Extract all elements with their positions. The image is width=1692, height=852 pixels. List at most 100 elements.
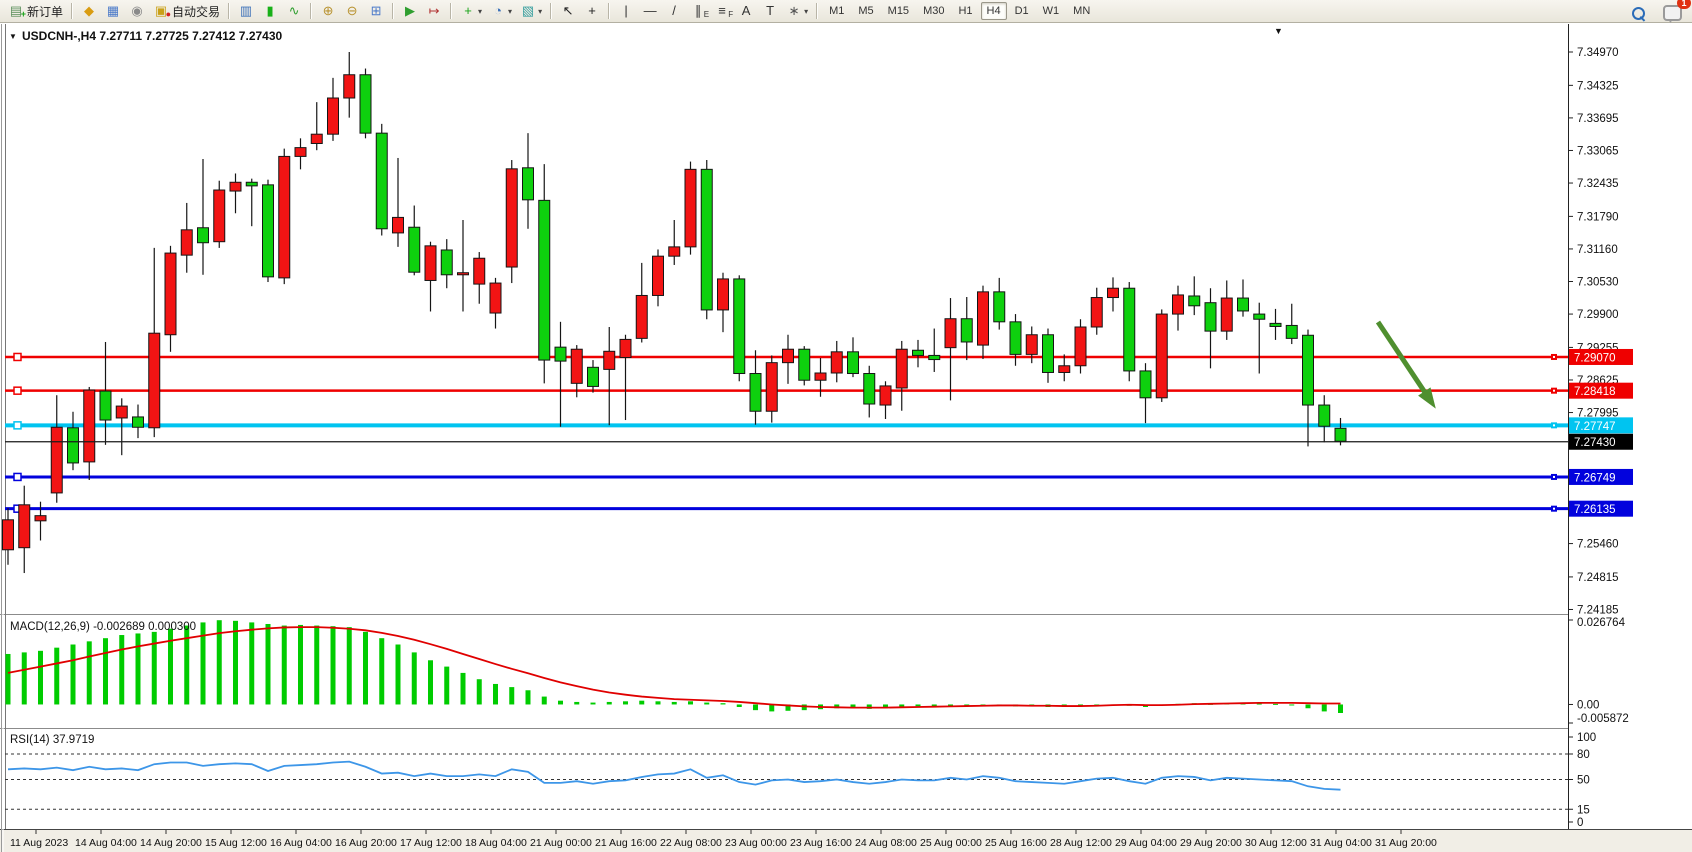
macd-histogram-bar [282,626,287,705]
timeframe-h1[interactable]: H1 [952,2,978,20]
candle-body [636,295,647,338]
channel-button[interactable]: ∥E [686,0,710,22]
price-tick-label: 7.33695 [1577,113,1619,125]
hline-left-handle[interactable] [14,422,21,429]
candle-body [929,355,940,359]
macd-histogram-bar [769,704,774,711]
tile-windows-icon: ⊞ [368,3,384,19]
horizontal-line-button[interactable]: — [638,0,662,22]
candle-body [311,134,322,143]
trendline-button[interactable]: / [662,0,686,22]
candle-body [84,390,95,462]
autotrading-button[interactable]: ▣●自动交易 [149,0,224,22]
fibonacci-button[interactable]: ≡F [710,0,734,22]
chart-shift-marker-icon[interactable]: ▼ [1274,26,1283,36]
macd-histogram-bar [266,624,271,704]
timeframe-w1[interactable]: W1 [1037,2,1066,20]
timeframe-d1[interactable]: D1 [1009,2,1035,20]
auto-scroll-icon: ▶ [402,3,418,19]
price-tick-label: 7.34325 [1577,80,1619,92]
new-order-icon: ▤+ [8,3,24,19]
candle-body [1091,298,1102,327]
candle-body [376,133,387,229]
candle-body [799,349,810,380]
templates-button[interactable]: ▧▾ [516,0,546,22]
cursor-button[interactable]: ↖ [556,0,580,22]
price-box-7.27747: 7.27747 [1569,417,1633,433]
hline-left-handle[interactable] [14,473,21,480]
timeframe-m5[interactable]: M5 [852,2,879,20]
new-order-icon-badge: + [21,6,26,22]
candle [734,275,745,381]
navigator-button[interactable]: ▦ [101,0,125,22]
toolbar-group: ↖+ [556,0,604,22]
macd-histogram-bar [119,635,124,704]
candle-body [701,169,712,310]
line-chart-icon: ∿ [286,3,302,19]
crosshair-button[interactable]: + [580,0,604,22]
notifications-button[interactable]: 1 [1659,2,1686,24]
time-tick-label: 17 Aug 12:00 [400,837,462,849]
price-axis[interactable]: 7.349707.343257.336957.330657.324357.317… [1568,24,1692,829]
candle-body [198,228,209,243]
cursor-icon: ↖ [560,3,576,19]
candle-body [51,427,62,493]
hline-left-handle[interactable] [14,353,21,360]
price-tick-label: 7.34970 [1577,47,1619,59]
text-button[interactable]: A [734,0,758,22]
price-box-label: 7.26135 [1574,504,1616,516]
zoom-out-button[interactable]: ⊖ [340,0,364,22]
periods-icon: ◔ [490,3,506,19]
hline-left-handle[interactable] [14,387,21,394]
timeframe-m15[interactable]: M15 [882,2,915,20]
crosshair-icon: + [584,3,600,19]
new-order-button[interactable]: ▤+新订单 [4,0,67,22]
toolbar-group: ◆▦◉▣●自动交易 [77,0,224,22]
time-tick-label: 11 Aug 2023 [10,837,68,849]
signals-button[interactable]: ◉ [125,0,149,22]
candlestick-chart-button[interactable]: ▮ [258,0,282,22]
candle-body [214,190,225,242]
indicators-button[interactable]: +▾ [456,0,486,22]
arrows-button[interactable]: ∗▾ [782,0,812,22]
trendline-icon: / [666,3,682,19]
timeframe-m30[interactable]: M30 [917,2,950,20]
time-tick-label: 16 Aug 20:00 [335,837,397,849]
timeframe-m1[interactable]: M1 [823,2,850,20]
candle [799,346,810,385]
candle-body [490,283,501,313]
candle-body [230,182,241,191]
candle-body [1238,298,1249,311]
macd-histogram-bar [607,702,612,705]
price-box-label: 7.26749 [1574,472,1616,484]
line-chart-button[interactable]: ∿ [282,0,306,22]
search-button[interactable] [1628,2,1649,24]
candle-body [458,273,469,275]
timeframe-mn[interactable]: MN [1067,2,1096,20]
candle-body [1319,405,1330,426]
chart-canvas[interactable]: 7.349707.343257.336957.330657.324357.317… [0,24,1692,852]
chart-window[interactable]: 7.349707.343257.336957.330657.324357.317… [0,24,1692,852]
macd-axis-label: 0.00 [1577,699,1599,711]
chart-shift-button[interactable]: ↦ [422,0,446,22]
macd-histogram-bar [461,673,466,705]
zoom-in-button[interactable]: ⊕ [316,0,340,22]
tile-windows-button[interactable]: ⊞ [364,0,388,22]
candle-body [604,351,615,369]
macd-axis-label: 0.026764 [1577,617,1626,629]
indicators-icon: + [460,3,476,19]
candle-body [360,75,371,133]
vertical-line-button[interactable]: | [614,0,638,22]
text-label-button[interactable]: T [758,0,782,22]
candle-body [441,250,452,275]
periods-button[interactable]: ◔▾ [486,0,516,22]
bar-chart-button[interactable]: ▥ [234,0,258,22]
toolbar-separator [71,3,73,19]
timeframe-h4[interactable]: H4 [981,2,1007,20]
market-watch-button[interactable]: ◆ [77,0,101,22]
time-tick-label: 21 Aug 16:00 [595,837,657,849]
price-tick-label: 7.31790 [1577,211,1619,223]
auto-scroll-button[interactable]: ▶ [398,0,422,22]
window-menu-icon[interactable]: ▼ [9,32,17,41]
candle-body [571,349,582,383]
